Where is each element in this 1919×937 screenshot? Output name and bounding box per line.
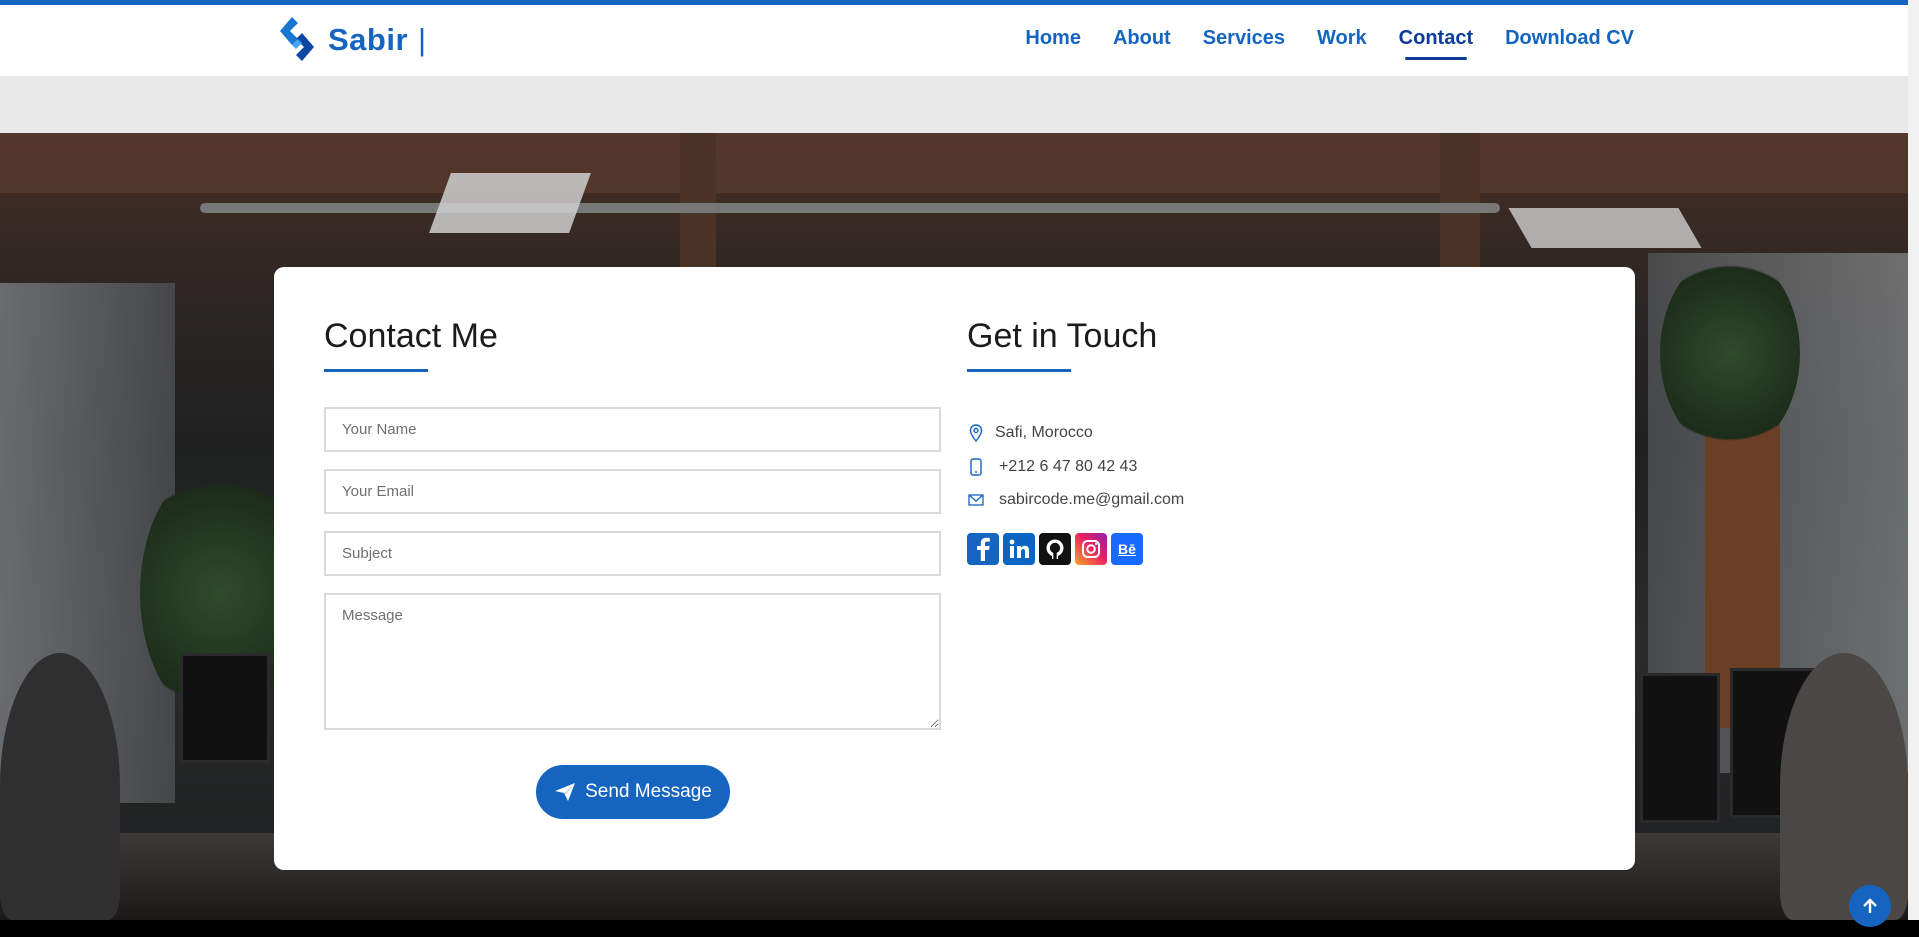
logo-link[interactable]: Sabir | bbox=[276, 15, 426, 65]
get-in-touch-column: Get in Touch Safi, Morocco +212 6 47 80 … bbox=[967, 317, 1567, 565]
subject-input[interactable] bbox=[324, 531, 941, 576]
monitor-left bbox=[180, 653, 270, 763]
logo-icon bbox=[280, 17, 314, 61]
instagram-icon[interactable] bbox=[1075, 533, 1107, 565]
person-right bbox=[1780, 653, 1908, 920]
ceiling-duct bbox=[200, 203, 1500, 213]
location-row: Safi, Morocco bbox=[967, 423, 1093, 443]
ceiling-lamp-left bbox=[429, 173, 591, 233]
send-message-button[interactable]: Send Message bbox=[536, 765, 730, 819]
contact-title-underline bbox=[324, 369, 428, 372]
phone-icon bbox=[967, 457, 985, 477]
message-textarea[interactable] bbox=[324, 593, 941, 730]
nav-work[interactable]: Work bbox=[1317, 27, 1367, 50]
page-scrollbar[interactable] bbox=[1908, 0, 1919, 920]
contact-form-column: Contact Me Send Message bbox=[324, 317, 941, 819]
brand-name: Sabir bbox=[328, 22, 409, 57]
phone-text[interactable]: +212 6 47 80 42 43 bbox=[999, 458, 1137, 476]
nav-download-cv[interactable]: Download CV bbox=[1505, 27, 1634, 50]
name-input[interactable] bbox=[324, 407, 941, 452]
email-input[interactable] bbox=[324, 469, 941, 514]
behance-label: Bē bbox=[1118, 541, 1136, 557]
ceiling-beams bbox=[0, 133, 1908, 193]
contact-title: Contact Me bbox=[324, 317, 498, 355]
linkedin-icon[interactable] bbox=[1003, 533, 1035, 565]
nav-home[interactable]: Home bbox=[1025, 27, 1081, 50]
main-nav: Home About Services Work Contact Downloa… bbox=[993, 27, 1634, 60]
person-left bbox=[0, 653, 120, 920]
behance-icon[interactable]: Bē bbox=[1111, 533, 1143, 565]
get-in-touch-underline bbox=[967, 369, 1071, 372]
github-icon[interactable] bbox=[1039, 533, 1071, 565]
scroll-to-top-button[interactable] bbox=[1849, 885, 1891, 927]
social-links: Bē bbox=[967, 533, 1143, 565]
get-in-touch-title: Get in Touch bbox=[967, 317, 1158, 355]
arrow-up-icon bbox=[1863, 898, 1877, 913]
map-pin-icon bbox=[967, 423, 985, 443]
nav-about[interactable]: About bbox=[1113, 27, 1171, 50]
brand-separator: | bbox=[418, 22, 427, 57]
ceiling-lamp-right bbox=[1508, 208, 1702, 248]
nav-contact[interactable]: Contact bbox=[1399, 27, 1473, 60]
email-row: sabircode.me@gmail.com bbox=[967, 490, 1184, 510]
header-spacer-band bbox=[0, 76, 1908, 133]
email-text[interactable]: sabircode.me@gmail.com bbox=[999, 491, 1184, 509]
plant-right bbox=[1660, 253, 1800, 453]
nav-services[interactable]: Services bbox=[1203, 27, 1285, 50]
site-header: Sabir | Home About Services Work Contact… bbox=[0, 5, 1908, 76]
footer-strip bbox=[0, 920, 1919, 937]
location-text: Safi, Morocco bbox=[995, 424, 1093, 441]
phone-row: +212 6 47 80 42 43 bbox=[967, 457, 1137, 477]
envelope-icon bbox=[967, 490, 985, 510]
monitor-right-1 bbox=[1640, 673, 1720, 823]
paper-plane-icon bbox=[555, 783, 576, 801]
send-message-label: Send Message bbox=[585, 781, 712, 802]
contact-card: Contact Me Send Message Get in Touch Saf… bbox=[274, 267, 1635, 870]
facebook-icon[interactable] bbox=[967, 533, 999, 565]
